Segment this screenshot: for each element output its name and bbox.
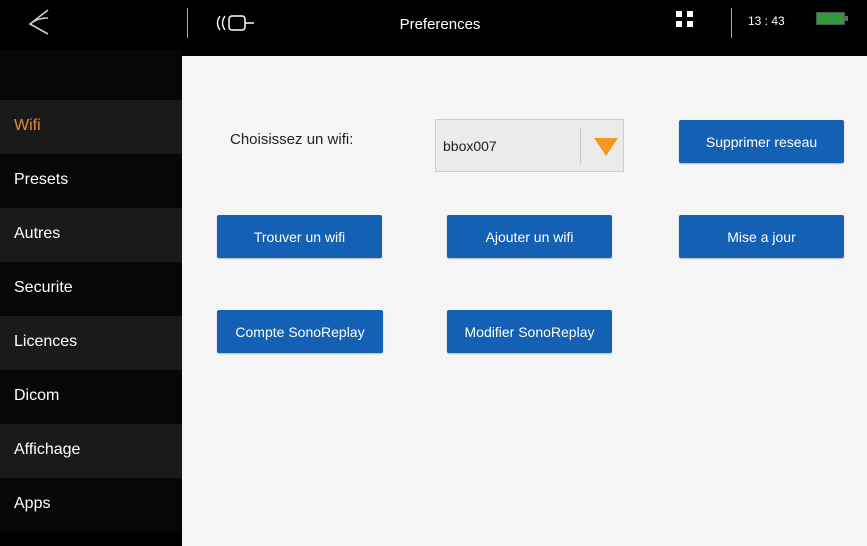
add-wifi-button[interactable]: Ajouter un wifi [447,215,612,258]
sidebar: Wifi Presets Autres Securite Licences Di… [0,50,182,546]
sidebar-item-apps[interactable]: Apps [0,478,182,532]
probe-icon[interactable] [212,10,258,36]
top-bar: Preferences 13 : 43 [0,0,867,50]
delete-network-button[interactable]: Supprimer reseau [679,120,844,163]
battery-icon [816,12,848,25]
topbar-divider [731,8,732,38]
wifi-label: Choisissez un wifi: [230,131,354,148]
find-wifi-button[interactable]: Trouver un wifi [217,215,382,258]
sidebar-item-dicom[interactable]: Dicom [0,370,182,424]
update-button[interactable]: Mise a jour [679,215,844,258]
page-title: Preferences [399,16,481,33]
wifi-selected-value: bbox007 [443,138,497,154]
sidebar-item-affichage[interactable]: Affichage [0,424,182,478]
sidebar-item-licences[interactable]: Licences [0,316,182,370]
select-divider [580,128,581,164]
sidebar-item-presets[interactable]: Presets [0,154,182,208]
sonoreplay-account-button[interactable]: Compte SonoReplay [217,310,383,353]
edit-sonoreplay-button[interactable]: Modifier SonoReplay [447,310,612,353]
chevron-down-icon[interactable] [594,138,618,156]
sidebar-item-securite[interactable]: Securite [0,262,182,316]
clock: 13 : 43 [748,14,785,28]
grid-icon[interactable] [674,10,698,34]
content-panel: Choisissez un wifi: bbox007 Supprimer re… [182,56,867,546]
app-window: Preferences 13 : 43 Wifi Presets Autres … [0,0,867,546]
sidebar-spacer [0,50,182,100]
sidebar-item-autres[interactable]: Autres [0,208,182,262]
back-swoosh-icon[interactable] [18,6,68,38]
wifi-select[interactable]: bbox007 [435,119,624,172]
sidebar-item-wifi[interactable]: Wifi [0,100,182,154]
topbar-divider [187,8,188,38]
